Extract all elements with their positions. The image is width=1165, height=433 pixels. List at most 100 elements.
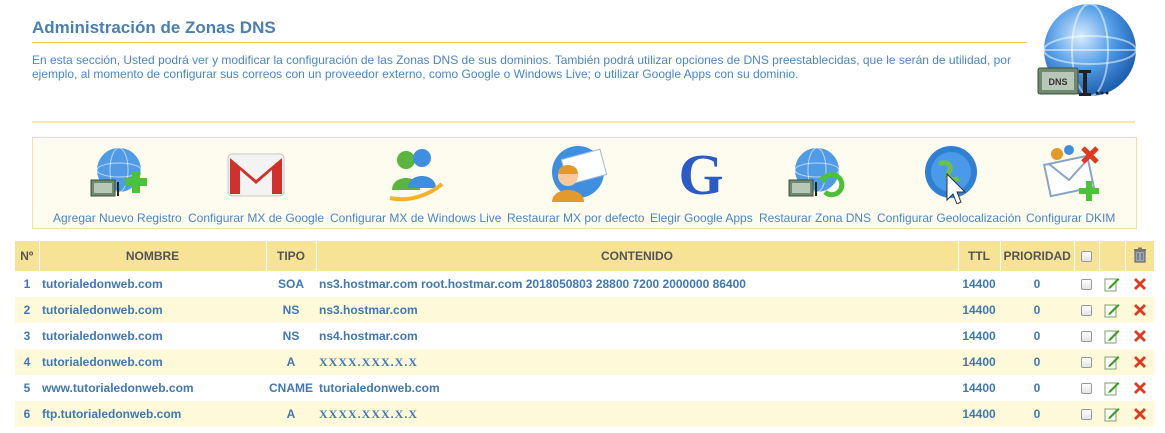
envelope-key-icon (1042, 145, 1099, 201)
dns-records-table-container: Nº NOMBRE TIPO CONTENIDO TTL PRIORIDAD 1… (15, 241, 1154, 433)
row-checkbox[interactable] (1081, 279, 1092, 291)
add-record-button[interactable]: Agregar Nuevo Registro (53, 144, 182, 225)
google-apps-button[interactable]: G Elegir Google Apps (650, 144, 753, 225)
row-nombre: ftp.tutorialedonweb.com (39, 401, 266, 427)
delete-icon[interactable] (1132, 302, 1148, 318)
row-checkbox[interactable] (1081, 331, 1092, 343)
row-tipo: A (266, 401, 316, 427)
row-num: 3 (15, 323, 39, 349)
row-tipo: NS (266, 297, 316, 323)
page-title: Administración de Zonas DNS (32, 18, 276, 37)
row-num: 5 (15, 375, 39, 401)
row-prioridad: 0 (1000, 401, 1074, 427)
row-tipo: NS (266, 323, 316, 349)
delete-icon[interactable] (1132, 406, 1148, 422)
google-g-icon: G (679, 144, 724, 204)
row-prioridad: 0 (1000, 323, 1074, 349)
col-header-edit (1099, 241, 1126, 271)
table-row: 3 tutorialedonweb.com NS ns4.hostmar.com… (15, 323, 1154, 349)
trash-icon[interactable] (1125, 241, 1154, 271)
row-num: 4 (15, 349, 39, 375)
restore-mx-label: Restaurar MX por defecto (507, 211, 645, 225)
globe-dns-add-icon (90, 147, 148, 197)
edit-icon[interactable] (1104, 328, 1120, 344)
dkim-label: Configurar DKIM (1026, 211, 1116, 225)
row-ttl: 14400 (958, 375, 1000, 401)
col-header-prioridad: PRIORIDAD (1000, 241, 1075, 271)
row-contenido: tutorialedonweb.com (316, 375, 958, 401)
col-header-nombre: NOMBRE (39, 241, 267, 271)
title-divider (32, 42, 1027, 43)
gmail-icon (227, 153, 285, 197)
dns-toolbar: Agregar Nuevo Registro Configurar MX de … (32, 137, 1137, 229)
add-record-label: Agregar Nuevo Registro (53, 211, 182, 225)
dns-label-text: DNS (1048, 77, 1067, 87)
globe-dns-restore-icon (788, 147, 845, 198)
table-row: 6 ftp.tutorialedonweb.com A XXXX.XXX.X.X… (15, 401, 1154, 427)
row-nombre: tutorialedonweb.com (39, 323, 266, 349)
restore-zone-button[interactable]: Restaurar Zona DNS (759, 144, 871, 225)
edit-icon[interactable] (1104, 354, 1120, 370)
geolocation-label: Configurar Geolocalización (877, 211, 1022, 225)
row-contenido: ns4.hostmar.com (316, 323, 958, 349)
row-ttl: 14400 (958, 323, 1000, 349)
col-header-tipo: TIPO (266, 241, 317, 271)
row-tipo: A (266, 349, 316, 375)
row-checkbox[interactable] (1081, 383, 1092, 395)
dkim-button[interactable]: Configurar DKIM (1026, 144, 1115, 225)
windows-live-messenger-icon (389, 149, 444, 202)
row-ttl: 14400 (958, 271, 1000, 297)
row-checkbox[interactable] (1081, 409, 1092, 421)
col-header-contenido: CONTENIDO (316, 241, 959, 271)
windows-live-mx-button[interactable]: Configurar MX de Windows Live (330, 144, 501, 225)
delete-icon[interactable] (1132, 380, 1148, 396)
row-num: 2 (15, 297, 39, 323)
row-nombre: tutorialedonweb.com (39, 297, 266, 323)
col-header-ttl: TTL (958, 241, 1001, 271)
col-header-num: Nº (15, 241, 40, 271)
row-nombre: tutorialedonweb.com (39, 349, 266, 375)
row-checkbox[interactable] (1081, 357, 1092, 369)
globe-cursor-icon (925, 146, 978, 204)
edit-icon[interactable] (1104, 276, 1120, 292)
edit-icon[interactable] (1104, 406, 1120, 422)
select-all-checkbox[interactable] (1074, 241, 1100, 271)
dns-records-table: Nº NOMBRE TIPO CONTENIDO TTL PRIORIDAD 1… (15, 241, 1154, 427)
row-ttl: 14400 (958, 297, 1000, 323)
restore-zone-label: Restaurar Zona DNS (759, 211, 872, 225)
page-description: En esta sección, Usted podrá ver y modif… (32, 53, 1011, 81)
table-row: 2 tutorialedonweb.com NS ns3.hostmar.com… (15, 297, 1154, 323)
row-num: 6 (15, 401, 39, 427)
google-mx-label: Configurar MX de Google (188, 211, 325, 225)
table-header-row: Nº NOMBRE TIPO CONTENIDO TTL PRIORIDAD (15, 241, 1154, 271)
geolocation-button[interactable]: Configurar Geolocalización (877, 144, 1021, 225)
table-row: 4 tutorialedonweb.com A XXXX.XXX.X.X 144… (15, 349, 1154, 375)
row-contenido: XXXX.XXX.X.X (316, 349, 958, 375)
row-nombre: tutorialedonweb.com (39, 271, 266, 297)
restore-mx-button[interactable]: Restaurar MX por defecto (507, 144, 644, 225)
dns-globe-icon: DNS (1035, 2, 1140, 102)
delete-icon[interactable] (1132, 354, 1148, 370)
delete-icon[interactable] (1132, 276, 1148, 292)
row-prioridad: 0 (1000, 297, 1074, 323)
row-checkbox[interactable] (1081, 305, 1092, 317)
google-mx-button[interactable]: Configurar MX de Google (188, 144, 324, 225)
row-contenido: ns3.hostmar.com (316, 297, 958, 323)
row-contenido: XXXX.XXX.X.X (316, 401, 958, 427)
mail-user-icon (551, 146, 607, 202)
row-contenido: ns3.hostmar.com root.hostmar.com 2018050… (316, 271, 958, 297)
edit-icon[interactable] (1104, 302, 1120, 318)
row-tipo: CNAME (266, 375, 316, 401)
table-row: 1 tutorialedonweb.com SOA ns3.hostmar.co… (15, 271, 1154, 297)
row-tipo: SOA (266, 271, 316, 297)
row-prioridad: 0 (1000, 271, 1074, 297)
row-ttl: 14400 (958, 401, 1000, 427)
delete-icon[interactable] (1132, 328, 1148, 344)
row-nombre: www.tutorialedonweb.com (39, 375, 266, 401)
table-row: 5 www.tutorialedonweb.com CNAME tutorial… (15, 375, 1154, 401)
row-ttl: 14400 (958, 349, 1000, 375)
row-prioridad: 0 (1000, 375, 1074, 401)
windows-live-mx-label: Configurar MX de Windows Live (330, 211, 502, 225)
row-prioridad: 0 (1000, 349, 1074, 375)
edit-icon[interactable] (1104, 380, 1120, 396)
